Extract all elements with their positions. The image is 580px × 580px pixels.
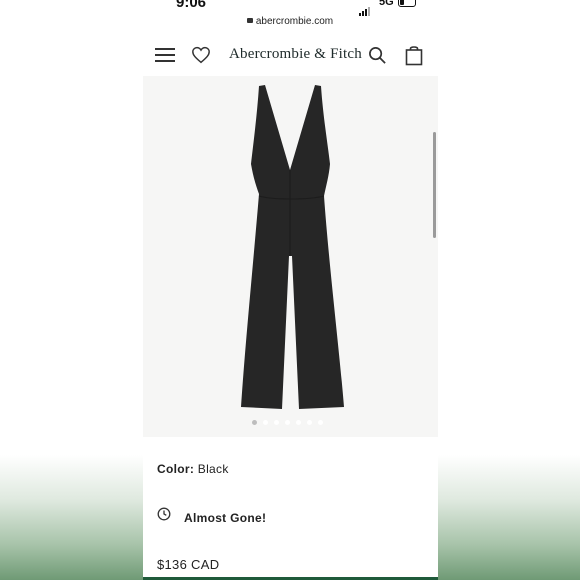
network-label: 5G [379, 0, 394, 8]
carousel-dot[interactable] [318, 420, 323, 425]
carousel-dot[interactable] [252, 420, 257, 425]
product-price: $136 CAD [157, 557, 220, 572]
status-bar: 9:06 5G [0, 0, 580, 16]
battery-icon [398, 0, 416, 7]
top-nav: Abercrombie & Fitch [143, 34, 438, 77]
search-icon[interactable] [368, 46, 387, 65]
carousel-dot[interactable] [296, 420, 301, 425]
brand-logo[interactable]: Abercrombie & Fitch [229, 46, 362, 63]
signal-icon [359, 0, 371, 16]
color-label: Color: [157, 462, 195, 476]
carousel-dot[interactable] [263, 420, 268, 425]
carousel-dots[interactable] [252, 412, 329, 425]
lock-icon [246, 18, 253, 23]
color-row: Color: Black [157, 462, 229, 476]
product-info: Color: Black Almost Gone! $136 CAD [143, 437, 438, 580]
heart-icon[interactable] [191, 46, 211, 64]
stock-status-text: Almost Gone! [184, 511, 267, 525]
carousel-dot[interactable] [274, 420, 279, 425]
product-image [241, 85, 344, 409]
url-text: abercrombie.com [255, 16, 334, 27]
status-time: 9:06 [176, 0, 207, 11]
page-content: Abercrombie & Fitch Color: Black Almost … [143, 34, 438, 580]
carousel-dot[interactable] [285, 420, 290, 425]
shopping-bag-icon[interactable] [405, 45, 423, 66]
scrollbar[interactable] [433, 132, 436, 238]
clock-icon [157, 507, 171, 521]
menu-icon[interactable] [155, 48, 175, 63]
address-bar[interactable]: abercrombie.com [0, 16, 580, 27]
carousel-dot[interactable] [307, 420, 312, 425]
product-image-carousel[interactable] [143, 76, 438, 437]
color-value: Black [197, 462, 229, 476]
